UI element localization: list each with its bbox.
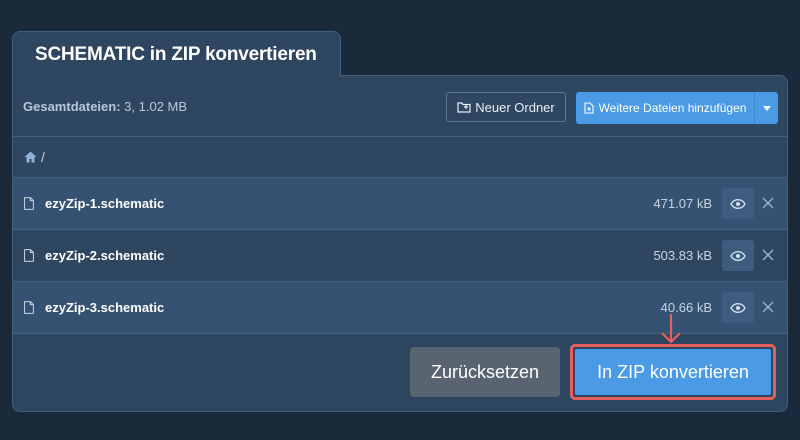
new-folder-icon: [457, 102, 471, 113]
home-icon[interactable]: [24, 151, 37, 163]
file-row: ezyZip-2.schematic 503.83 kB: [13, 230, 787, 282]
add-files-button[interactable]: Weitere Dateien hinzufügen: [576, 92, 754, 124]
convert-button-highlight: In ZIP konvertieren: [570, 344, 776, 400]
total-files-value: 3, 1.02 MB: [124, 98, 188, 114]
converter-panel: Gesamtdateien: 3, 1.02 MB Neuer Ordner W…: [12, 75, 788, 412]
eye-icon: [730, 302, 746, 313]
caret-down-icon: [762, 105, 771, 111]
add-files-dropdown-toggle[interactable]: [754, 92, 778, 124]
total-files-info: Gesamtdateien: 3, 1.02 MB: [23, 99, 187, 114]
panel-header: Gesamtdateien: 3, 1.02 MB Neuer Ordner W…: [13, 76, 787, 137]
file-name: ezyZip-1.schematic: [45, 196, 165, 211]
preview-button[interactable]: [722, 292, 754, 323]
remove-file-icon[interactable]: [761, 196, 775, 210]
convert-to-zip-button[interactable]: In ZIP konvertieren: [575, 349, 771, 395]
eye-icon: [730, 198, 746, 209]
file-icon: [24, 249, 34, 262]
total-files-label: Gesamtdateien:: [23, 98, 121, 114]
add-files-label: Weitere Dateien hinzufügen: [598, 101, 747, 115]
preview-button[interactable]: [722, 240, 754, 271]
panel-footer: Zurücksetzen In ZIP konvertieren: [13, 334, 787, 411]
file-icon: [24, 197, 34, 210]
file-icon: [24, 301, 34, 314]
remove-file-icon[interactable]: [761, 248, 775, 262]
remove-file-icon[interactable]: [761, 300, 775, 314]
file-add-icon: [584, 102, 594, 114]
file-name: ezyZip-2.schematic: [45, 248, 165, 263]
page-title: SCHEMATIC in ZIP konvertieren: [35, 43, 317, 65]
arrow-down-icon: [661, 314, 681, 344]
breadcrumb: /: [13, 137, 787, 178]
page-title-tab: SCHEMATIC in ZIP konvertieren: [12, 31, 341, 77]
file-row: ezyZip-1.schematic 471.07 kB: [13, 178, 787, 230]
preview-button[interactable]: [722, 188, 754, 219]
new-folder-button[interactable]: Neuer Ordner: [446, 92, 566, 122]
reset-button[interactable]: Zurücksetzen: [410, 347, 560, 397]
add-files-button-group: Weitere Dateien hinzufügen: [576, 92, 778, 124]
breadcrumb-root[interactable]: /: [41, 149, 45, 165]
file-name: ezyZip-3.schematic: [45, 300, 165, 315]
eye-icon: [730, 250, 746, 261]
new-folder-label: Neuer Ordner: [475, 99, 555, 115]
file-size: 471.07 kB: [653, 196, 712, 211]
file-size: 503.83 kB: [653, 248, 712, 263]
